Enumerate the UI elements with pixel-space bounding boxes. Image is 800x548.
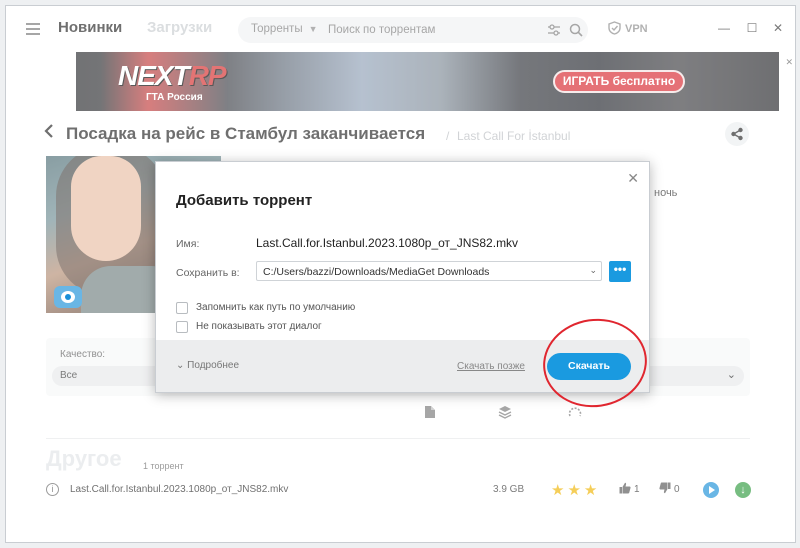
chevron-down-icon: ⌄ <box>176 360 185 371</box>
remember-path-checkbox[interactable] <box>176 302 188 314</box>
save-path-label: Сохранить в: <box>176 267 240 279</box>
dont-show-checkbox[interactable] <box>176 321 188 333</box>
dialog-title: Добавить торрент <box>176 192 313 209</box>
save-path-value: C:/Users/bazzi/Downloads/MediaGet Downlo… <box>263 266 490 278</box>
name-label: Имя: <box>176 238 200 250</box>
close-icon[interactable]: ✕ <box>627 170 639 187</box>
browse-button[interactable]: ••• <box>609 261 631 282</box>
download-later-link[interactable]: Скачать позже <box>457 361 525 372</box>
more-details-toggle[interactable]: ⌄ Подробнее <box>176 360 239 371</box>
more-details-label: Подробнее <box>187 360 240 371</box>
app-window: Новинки Загрузки Торренты▼ VPN — ☐ ✕ NEX… <box>5 5 796 543</box>
dont-show-label: Не показывать этот диалог <box>196 321 322 332</box>
file-name: Last.Call.for.Istanbul.2023.1080p_от_JNS… <box>256 236 519 250</box>
remember-path-label: Запомнить как путь по умолчанию <box>196 302 356 313</box>
chevron-down-icon: ⌄ <box>589 265 597 275</box>
save-path-select[interactable]: C:/Users/bazzi/Downloads/MediaGet Downlo… <box>256 261 602 281</box>
